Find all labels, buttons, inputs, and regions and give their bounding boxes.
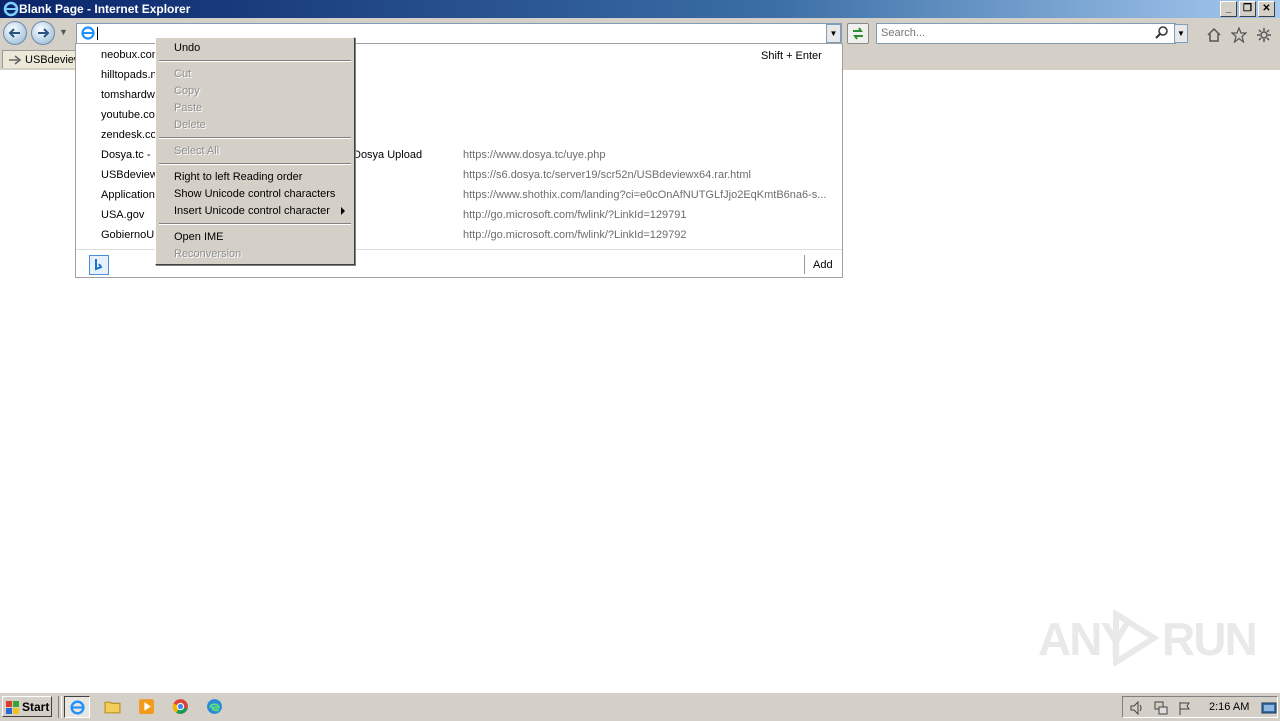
taskbar-app-media-player[interactable] — [134, 696, 160, 718]
watermark-text-right: RUN — [1162, 613, 1258, 665]
suggestion-url: https://s6.dosya.tc/server19/scr52n/USBd… — [463, 169, 751, 181]
action-center-flag-icon[interactable] — [1177, 700, 1193, 716]
taskbar: Start 2:16 AM — [0, 692, 1280, 721]
window-title: Blank Page - Internet Explorer — [19, 2, 191, 16]
search-box[interactable] — [876, 23, 1176, 44]
system-tray: 2:16 AM — [1122, 696, 1278, 718]
menu-separator — [159, 223, 351, 225]
menu-item-delete[interactable]: Delete — [174, 119, 206, 131]
suggestion-name: USBdeview — [101, 169, 158, 181]
suggestion-url: http://go.microsoft.com/fwlink/?LinkId=1… — [463, 229, 687, 241]
menu-item-select-all[interactable]: Select All — [174, 145, 219, 157]
suggestion-title: Dosya Upload — [353, 149, 423, 161]
start-button[interactable]: Start — [2, 696, 52, 717]
forward-button[interactable] — [31, 21, 55, 45]
network-icon[interactable] — [1153, 700, 1169, 716]
internet-explorer-icon — [70, 700, 85, 715]
suggestion-name: neobux.com — [101, 49, 161, 61]
context-menu: Undo Cut Copy Paste Delete Select All Ri… — [155, 37, 355, 265]
favorites-icon[interactable] — [1231, 27, 1247, 43]
suggestion-url: http://go.microsoft.com/fwlink/?LinkId=1… — [463, 209, 687, 221]
submenu-arrow-icon — [341, 207, 345, 215]
title-bar: Blank Page - Internet Explorer _ ❐ ✕ — [0, 0, 1280, 18]
suggestion-url: https://www.dosya.tc/uye.php — [463, 149, 606, 161]
taskbar-app-edge[interactable] — [202, 696, 228, 718]
tab-usbdeview[interactable]: USBdeview — [2, 50, 78, 68]
search-icon[interactable] — [1155, 26, 1169, 40]
restore-button[interactable]: ❐ — [1239, 1, 1256, 17]
address-dropdown-button[interactable]: ▼ — [826, 24, 841, 43]
refresh-icon — [853, 27, 863, 40]
footer-divider — [804, 255, 805, 274]
suggestion-name: USA.gov — [101, 209, 145, 221]
home-icon[interactable] — [1206, 27, 1222, 43]
clock[interactable]: 2:16 AM — [1209, 701, 1249, 713]
taskbar-app-internet-explorer[interactable] — [64, 696, 90, 718]
menu-item-reconversion[interactable]: Reconversion — [174, 248, 241, 260]
taskbar-separator — [58, 696, 62, 718]
bing-icon — [95, 259, 103, 271]
menu-item-paste[interactable]: Paste — [174, 102, 202, 114]
anyrun-watermark: ANY RUN — [1038, 608, 1258, 668]
menu-item-copy[interactable]: Copy — [174, 85, 200, 97]
menu-item-open-ime[interactable]: Open IME — [174, 231, 224, 243]
start-label: Start — [22, 700, 50, 714]
taskbar-app-chrome[interactable] — [168, 696, 194, 718]
ie-logo-icon — [3, 1, 19, 17]
windows-flag-icon — [6, 701, 19, 714]
menu-item-show-unicode[interactable]: Show Unicode control characters — [174, 188, 335, 200]
play-logo-icon — [1113, 610, 1160, 666]
menu-item-undo[interactable]: Undo — [174, 42, 200, 54]
media-player-icon — [139, 699, 154, 714]
search-dropdown-button[interactable]: ▼ — [1174, 24, 1188, 43]
arrow-icon — [9, 55, 22, 65]
taskbar-app-file-explorer[interactable] — [100, 696, 126, 718]
search-input[interactable] — [877, 24, 1155, 41]
edge-icon — [207, 699, 222, 714]
recent-pages-dropdown[interactable]: ▼ — [59, 27, 68, 37]
menu-item-insert-unicode[interactable]: Insert Unicode control character — [174, 205, 330, 217]
add-button[interactable]: Add — [813, 259, 833, 271]
folder-icon — [104, 701, 121, 714]
back-button[interactable] — [3, 21, 27, 45]
text-caret — [97, 27, 98, 40]
tab-label: USBdeview — [25, 54, 78, 66]
suggestion-url: https://www.shothix.com/landing?ci=e0cOn… — [463, 189, 827, 201]
back-icon — [8, 28, 20, 38]
refresh-button[interactable] — [847, 23, 869, 44]
menu-separator — [159, 163, 351, 165]
close-button[interactable]: ✕ — [1258, 1, 1275, 17]
menu-separator — [159, 60, 351, 62]
tools-icon[interactable] — [1256, 27, 1272, 43]
volume-icon[interactable] — [1129, 700, 1145, 716]
suggestion-name: Dosya.tc - — [101, 149, 151, 161]
menu-item-cut[interactable]: Cut — [174, 68, 191, 80]
bing-search-button[interactable] — [89, 255, 109, 275]
menu-item-rtl-reading-order[interactable]: Right to left Reading order — [174, 171, 302, 183]
suggestion-name: Application — [101, 189, 155, 201]
chrome-icon — [172, 699, 188, 714]
ie-page-icon — [81, 26, 95, 40]
menu-separator — [159, 137, 351, 139]
forward-icon — [38, 28, 50, 38]
show-desktop-icon[interactable] — [1261, 700, 1277, 716]
shift-enter-hint: Shift + Enter — [761, 50, 822, 62]
minimize-button[interactable]: _ — [1220, 1, 1237, 17]
